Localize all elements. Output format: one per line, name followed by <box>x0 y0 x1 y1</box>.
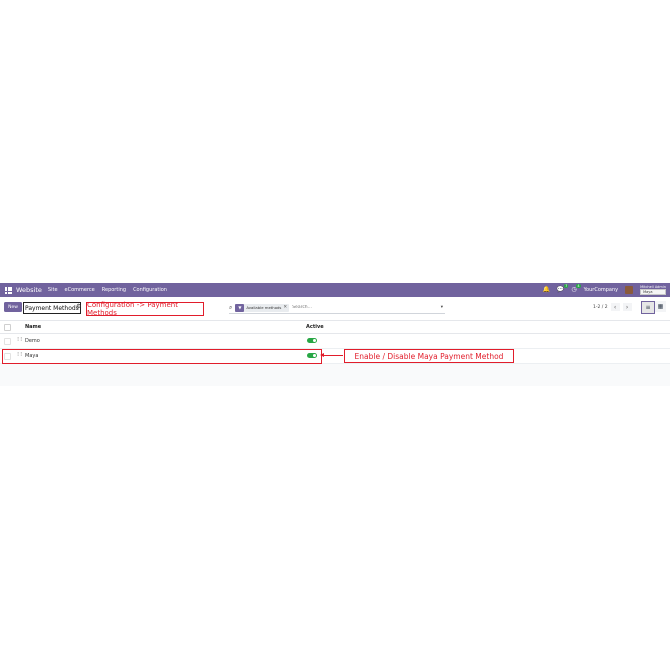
new-button[interactable]: New <box>4 302 22 312</box>
list-view-icon[interactable]: ≡ <box>641 301 655 314</box>
pager-value[interactable]: 1-2 / 2 <box>593 305 608 310</box>
column-header-active[interactable]: Active <box>306 324 324 330</box>
search-input[interactable] <box>292 305 413 310</box>
pager: 1-2 / 2 ‹ › <box>593 303 632 311</box>
clock-icon[interactable]: ◷ 4 <box>571 284 581 293</box>
app-brand[interactable]: Website <box>16 286 42 294</box>
row-checkbox[interactable] <box>4 338 11 345</box>
select-all-checkbox[interactable] <box>4 324 11 331</box>
active-toggle[interactable] <box>307 338 317 343</box>
column-header-name[interactable]: Name <box>25 324 41 330</box>
facet-label: Available methods <box>246 305 282 310</box>
database-tag: Maya <box>640 289 666 295</box>
chevron-left-icon[interactable]: ‹ <box>610 303 620 311</box>
table-row[interactable]: ⠇⠇ Demo <box>0 334 670 349</box>
gear-icon[interactable]: ⚙ <box>76 302 81 312</box>
drag-handle-icon[interactable]: ⠇⠇ <box>17 337 24 343</box>
payment-methods-list: Name Active ⠇⠇ Demo ⠇⠇ Maya Enable / Dis… <box>0 321 670 386</box>
bell-icon[interactable]: 🔔 <box>542 287 549 293</box>
kanban-view-icon[interactable]: ▦ <box>655 301 666 312</box>
avatar[interactable] <box>625 286 634 294</box>
apps-menu-icon[interactable] <box>5 286 12 294</box>
annotation-maya-hint: Enable / Disable Maya Payment Method <box>344 349 514 363</box>
chat-icon[interactable]: 💬 7 <box>557 284 569 293</box>
company-switcher[interactable]: YourCompany <box>584 287 618 293</box>
search-facet: ▼ Available methods ✕ <box>235 303 290 312</box>
list-header: Name Active <box>0 321 670 334</box>
search-bar: ⌕ ▼ Available methods ✕ ▾ <box>229 302 445 314</box>
annotation-config-path: Configuration -> Payment Methods <box>86 301 204 317</box>
search-dropdown-icon[interactable]: ▾ <box>441 305 443 310</box>
annotation-arrow <box>320 353 343 357</box>
menu-item-configuration[interactable]: Configuration <box>133 287 167 293</box>
search-icon[interactable]: ⌕ <box>229 304 232 312</box>
chevron-right-icon[interactable]: › <box>622 303 632 311</box>
user-menu[interactable]: Mitchell Admin Maya <box>640 285 666 295</box>
page-title: Payment Methods <box>23 302 81 314</box>
menu-item-reporting[interactable]: Reporting <box>102 287 126 293</box>
filter-icon: ▼ <box>235 303 245 312</box>
table-row[interactable]: ⠇⠇ Maya Enable / Disable Maya Payment Me… <box>0 349 670 364</box>
menu-item-ecommerce[interactable]: eCommerce <box>65 287 95 293</box>
menu-item-site[interactable]: Site <box>48 287 58 293</box>
chat-badge: 7 <box>564 284 569 288</box>
activity-badge: 4 <box>576 284 581 288</box>
row-name: Demo <box>25 338 40 344</box>
facet-close-icon[interactable]: ✕ <box>283 305 289 310</box>
list-footer <box>0 364 670 386</box>
top-navbar: Website Site eCommerce Reporting Configu… <box>0 283 670 297</box>
annotation-highlight-box <box>2 349 322 364</box>
app-window: Website Site eCommerce Reporting Configu… <box>0 283 670 387</box>
navbar-systray: 🔔 💬 7 ◷ 4 YourCompany Mitchell Admin Maya <box>542 284 666 295</box>
